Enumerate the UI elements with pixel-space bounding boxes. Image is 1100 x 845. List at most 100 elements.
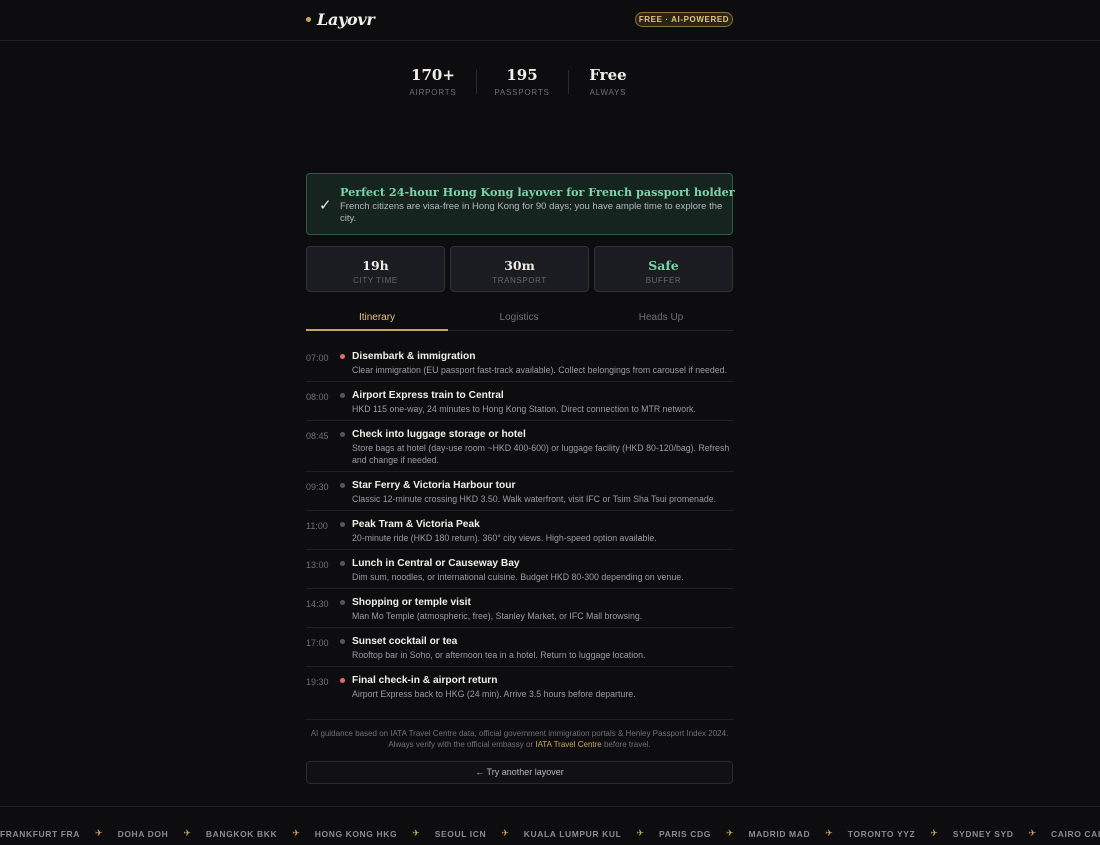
item-title: Airport Express train to Central (352, 390, 504, 401)
tab-heads-up[interactable]: Heads Up (590, 307, 732, 331)
metric-transport: 30m TRANSPORT (450, 246, 589, 292)
logo[interactable]: Layovr (306, 10, 375, 29)
footnote-text: Always verify with the official embassy … (388, 740, 536, 749)
item-title: Check into luggage storage or hotel (352, 429, 526, 440)
ticker-airport: MADRID MAD (748, 828, 811, 839)
stat-value: 195 (506, 66, 538, 84)
ticker-airport: HONG KONG HKG (314, 828, 398, 839)
timeline-dot-icon (340, 432, 345, 437)
plane-icon: ✈ (1028, 828, 1037, 838)
timeline-dot-icon (340, 678, 345, 683)
list-item: 17:00 Sunset cocktail or tea Rooftop bar… (306, 628, 733, 667)
timeline-dot-icon (340, 639, 345, 644)
iata-travel-centre-link[interactable]: IATA Travel Centre (535, 740, 601, 749)
item-time: 17:00 (306, 638, 329, 648)
item-title: Shopping or temple visit (352, 597, 471, 608)
timeline-dot-icon (340, 354, 345, 359)
item-description: Airport Express back to HKG (24 min). Ar… (352, 689, 636, 699)
metric-city-time: 19h CITY TIME (306, 246, 445, 292)
plane-icon: ✈ (412, 828, 420, 838)
plane-icon: ✈ (501, 828, 509, 838)
item-time: 08:45 (306, 431, 329, 441)
logo-text: Layovr (317, 10, 375, 29)
list-item: 07:00 Disembark & immigration Clear immi… (306, 343, 733, 382)
metrics-row: 19h CITY TIME 30m TRANSPORT Safe BUFFER (306, 246, 733, 292)
plane-icon: ✈ (725, 828, 734, 838)
item-time: 09:30 (306, 482, 329, 492)
stat-passports: 195 PASSPORTS (472, 66, 572, 97)
item-title: Disembark & immigration (352, 351, 476, 362)
stat-label: PASSPORTS (494, 88, 550, 97)
check-icon: ✓ (319, 197, 332, 214)
item-title: Peak Tram & Victoria Peak (352, 519, 480, 530)
ticker-airport: PARIS CDG (658, 828, 711, 839)
timeline-dot-icon (340, 561, 345, 566)
metric-buffer: Safe BUFFER (594, 246, 733, 292)
item-time: 07:00 (306, 353, 329, 363)
verdict-title: Perfect 24-hour Hong Kong layover for Fr… (340, 185, 735, 199)
list-item: 08:00 Airport Express train to Central H… (306, 382, 733, 421)
top-bar: Layovr FREE · AI-POWERED (0, 0, 1100, 41)
disclaimer-footnote: AI guidance based on IATA Travel Centre … (306, 719, 733, 750)
list-item: 19:30 Final check-in & airport return Ai… (306, 667, 733, 706)
item-description: Rooftop bar in Soho, or afternoon tea in… (352, 650, 646, 660)
stats-row: 170+ AIRPORTS 195 PASSPORTS Free ALWAYS (0, 66, 1100, 100)
ticker-airport: SYDNEY SYD (952, 828, 1014, 839)
stat-free: Free ALWAYS (558, 66, 658, 97)
footnote-line-2: Always verify with the official embassy … (306, 739, 733, 750)
item-title: Lunch in Central or Causeway Bay (352, 558, 520, 569)
item-title: Star Ferry & Victoria Harbour tour (352, 480, 516, 491)
metric-label: TRANSPORT (492, 276, 547, 285)
verdict-subtitle: French citizens are visa-free in Hong Ko… (340, 201, 723, 224)
metric-value: 19h (362, 258, 389, 273)
ticker-airport: BANGKOK BKK (205, 828, 278, 839)
item-time: 13:00 (306, 560, 329, 570)
ticker-airport: SEOUL ICN (434, 828, 487, 839)
metric-label: BUFFER (645, 276, 682, 285)
item-description: Dim sum, noodles, or international cuisi… (352, 572, 684, 582)
ticker-track: FRANKFURT FRA ✈ DOHA DOH ✈ BANGKOK BKK ✈ HONG … (0, 828, 1100, 839)
ticker-airport: KUALA LUMPUR KUL (523, 828, 622, 839)
plane-icon: ✈ (636, 828, 644, 838)
item-description: Store bags at hotel (day-use room ~HKD 4… (352, 443, 730, 465)
timeline-dot-icon (340, 600, 345, 605)
tab-itinerary[interactable]: Itinerary (306, 307, 448, 331)
tab-logistics[interactable]: Logistics (448, 307, 590, 331)
verdict-banner: ✓ Perfect 24-hour Hong Kong layover for … (306, 173, 735, 235)
item-time: 14:30 (306, 599, 329, 609)
list-item: 13:00 Lunch in Central or Causeway Bay D… (306, 550, 733, 589)
timeline-dot-icon (340, 393, 345, 398)
footnote-text: before travel. (601, 740, 651, 749)
item-time: 19:30 (306, 677, 329, 687)
metric-value: Safe (648, 258, 679, 273)
item-title: Final check-in & airport return (352, 675, 498, 686)
plane-icon: ✈ (930, 828, 938, 838)
ticker-airport: FRANKFURT FRA (0, 828, 81, 839)
item-description: Man Mo Temple (atmospheric, free), Stanl… (352, 611, 643, 621)
timeline-dot-icon (340, 483, 345, 488)
stat-value: 170+ (411, 66, 455, 84)
item-time: 08:00 (306, 392, 329, 402)
ticker-airport: CAIRO CAI (1051, 828, 1100, 839)
logo-dot-icon (306, 17, 311, 22)
list-item: 08:45 Check into luggage storage or hote… (306, 421, 733, 472)
item-description: Clear immigration (EU passport fast-trac… (352, 365, 728, 375)
try-another-layover-button[interactable]: ← Try another layover (306, 761, 733, 784)
metric-value: 30m (504, 258, 535, 273)
stat-label: ALWAYS (589, 88, 627, 97)
list-item: 14:30 Shopping or temple visit Man Mo Te… (306, 589, 733, 628)
free-ai-badge: FREE · AI-POWERED (635, 12, 733, 27)
timeline-dot-icon (340, 522, 345, 527)
ticker-airport: TORONTO YYZ (847, 828, 916, 839)
metric-label: CITY TIME (353, 276, 398, 285)
item-description: 20-minute ride (HKD 180 return). 360° ci… (352, 533, 657, 543)
item-description: Classic 12-minute crossing HKD 3.50. Wal… (352, 494, 717, 504)
item-title: Sunset cocktail or tea (352, 636, 458, 647)
item-description: HKD 115 one-way, 24 minutes to Hong Kong… (352, 404, 696, 414)
itinerary-list: 07:00 Disembark & immigration Clear immi… (306, 343, 733, 706)
tab-bar: Itinerary Logistics Heads Up (306, 307, 733, 331)
stat-airports: 170+ AIRPORTS (383, 66, 483, 97)
footnote-line-1: AI guidance based on IATA Travel Centre … (310, 729, 729, 738)
plane-icon: ✈ (183, 828, 191, 838)
airport-ticker: FRANKFURT FRA ✈ DOHA DOH ✈ BANGKOK BKK ✈ HONG … (0, 806, 1100, 845)
